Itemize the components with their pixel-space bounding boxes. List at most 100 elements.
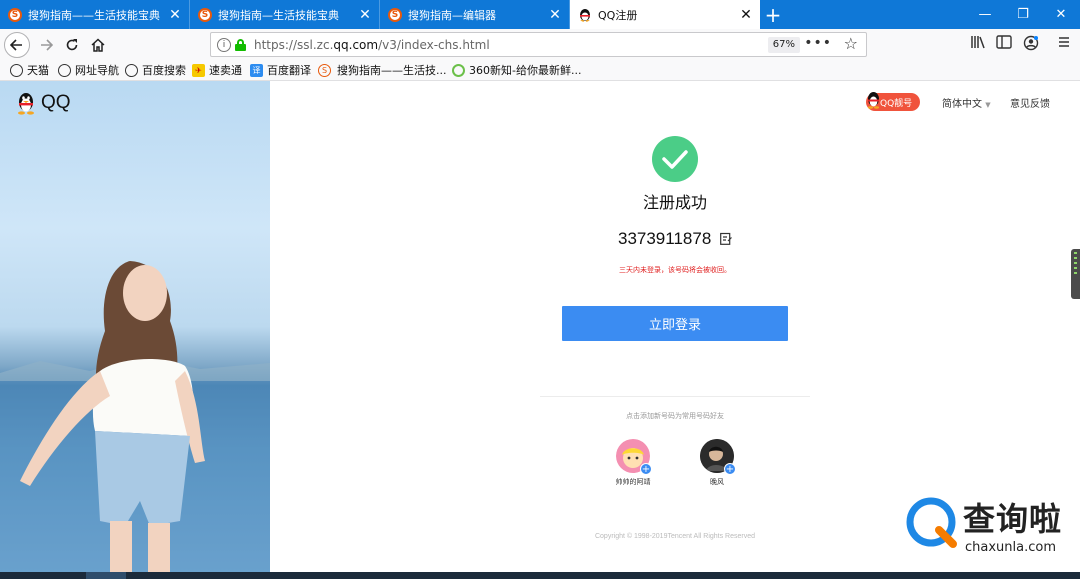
logo-text: QQ (41, 92, 71, 113)
window-close-button[interactable]: ✕ (1042, 0, 1080, 29)
back-button[interactable] (4, 32, 30, 58)
arrow-left-icon (10, 39, 22, 51)
login-now-button[interactable]: 立即登录 (562, 306, 788, 341)
friend-suggestion[interactable]: + 帅帅的阿靖 (603, 439, 663, 487)
home-button[interactable] (86, 33, 110, 57)
os-taskbar (0, 572, 1080, 579)
success-check-icon (652, 136, 698, 182)
account-icon[interactable] (1021, 35, 1041, 55)
caret-down-icon: ▼ (985, 101, 991, 109)
language-label: 简体中文 (942, 99, 982, 110)
library-icon[interactable] (968, 35, 988, 55)
watermark-cn: 查询啦 (963, 500, 1063, 538)
reload-icon (66, 39, 78, 51)
lock-icon (235, 38, 246, 51)
chaxunla-logo-icon (906, 497, 957, 548)
tab-sogou-guide-2[interactable]: S 搜狗指南—生活技能宝典 ✕ (190, 0, 380, 29)
qq-penguin-icon (867, 92, 880, 109)
edit-icon[interactable] (720, 232, 732, 245)
tab-title: 搜狗指南—编辑器 (408, 8, 496, 22)
hero-photo: QQ (0, 81, 270, 572)
sogou-icon: S (198, 7, 212, 22)
bookmark-aliexpress[interactable]: ✈ 速卖通 (192, 62, 242, 78)
taskbar-active-app[interactable] (86, 572, 126, 579)
globe-icon (10, 63, 23, 77)
copyright: Copyright © 1998-2019Tencent All Rights … (594, 533, 756, 540)
add-friend-icon[interactable]: + (724, 463, 736, 475)
bookmark-url-nav[interactable]: 网址导航 (58, 62, 119, 78)
info-icon[interactable]: i (217, 37, 231, 52)
recycle-warning: 三天内未登录，该号码将会被收回。 (619, 266, 731, 274)
360-icon (452, 63, 465, 77)
bookmark-label: 天猫 (27, 64, 49, 77)
restore-button[interactable]: ❐ (1004, 0, 1042, 29)
zoom-indicator[interactable]: 67% (767, 37, 800, 53)
qq-logo[interactable]: QQ (16, 91, 71, 115)
tab-sogou-guide-1[interactable]: S 搜狗指南——生活技能宝典 ✕ (0, 0, 190, 29)
tab-sogou-editor[interactable]: S 搜狗指南—编辑器 ✕ (380, 0, 570, 29)
bookmark-tmall[interactable]: 天猫 (10, 62, 49, 78)
forward-button[interactable] (34, 33, 58, 57)
close-icon[interactable]: ✕ (545, 7, 565, 23)
bookmark-star-icon[interactable]: ☆ (844, 34, 858, 53)
close-icon[interactable]: ✕ (736, 7, 756, 23)
browser-tab-bar: S 搜狗指南——生活技能宝典 ✕ S 搜狗指南—生活技能宝典 ✕ S 搜狗指南—… (0, 0, 1080, 29)
home-icon (91, 38, 105, 52)
bookmark-sogou-guide[interactable]: S 搜狗指南——生活技... (318, 62, 447, 78)
bookmark-label: 360新知-给你最新鲜... (469, 64, 582, 77)
sidebar-icon[interactable] (994, 35, 1014, 55)
badge-label: QQ靓号 (880, 98, 913, 109)
side-widget-handle[interactable] (1071, 249, 1080, 299)
url-host: qq.com (333, 37, 379, 52)
qq-number-row: 3373911878 (575, 229, 775, 249)
globe-icon (58, 63, 71, 77)
bookmarks-toolbar: 天猫 网址导航 百度搜索 ✈ 速卖通 译 百度翻译 S 搜狗指南——生活技...… (0, 60, 1080, 81)
sogou-icon: S (8, 7, 22, 22)
bookmark-baidu-translate[interactable]: 译 百度翻译 (250, 62, 311, 78)
tab-title: 搜狗指南——生活技能宝典 (28, 8, 160, 22)
sogou-icon: S (388, 7, 402, 22)
address-bar[interactable]: i https://ssl.zc. qq.com/v3/index-chs.htm… (210, 32, 867, 57)
add-friend-tip: 点击添加新号码为常用号码好友 (626, 412, 724, 420)
success-title: 注册成功 (642, 193, 707, 212)
arrow-right-icon (41, 39, 53, 51)
close-icon[interactable]: ✕ (165, 7, 185, 23)
aliexpress-icon: ✈ (192, 63, 205, 77)
page-content: QQ QQ靓号 简体中文 ▼ 意见反馈 注册成功 3373911878 三天内未… (0, 81, 1080, 572)
url-prefix: https://ssl.zc. (254, 37, 334, 52)
bookmark-label: 百度翻译 (267, 64, 311, 77)
qq-number: 3373911878 (617, 229, 712, 248)
sogou-icon: S (318, 63, 331, 77)
tab-title: 搜狗指南—生活技能宝典 (218, 8, 339, 22)
qq-premium-number-badge[interactable]: QQ靓号 (866, 92, 920, 111)
girl-by-sea-image (0, 261, 270, 572)
page-actions-icon[interactable]: ••• (804, 35, 832, 51)
bookmark-360-xinzhi[interactable]: 360新知-给你最新鲜... (452, 62, 581, 78)
add-friend-icon[interactable]: + (640, 463, 652, 475)
minimize-button[interactable]: — (966, 0, 1004, 29)
qq-penguin-icon (18, 93, 34, 115)
avatar: + (700, 439, 736, 475)
menu-icon[interactable] (1054, 35, 1074, 55)
qq-penguin-icon (579, 8, 591, 22)
friend-name: 晚风 (710, 478, 724, 486)
friend-suggestion[interactable]: + 晚风 (687, 439, 747, 487)
globe-icon (125, 63, 138, 77)
navigation-toolbar: i https://ssl.zc. qq.com/v3/index-chs.htm… (0, 29, 1080, 60)
translate-icon: 译 (250, 63, 263, 77)
language-selector[interactable]: 简体中文 ▼ (942, 95, 991, 110)
reload-button[interactable] (60, 33, 84, 57)
close-icon[interactable]: ✕ (355, 7, 375, 23)
bookmark-label: 搜狗指南——生活技... (337, 64, 447, 77)
url-path: /v3/index-chs.html (378, 37, 490, 52)
friend-name: 帅帅的阿靖 (615, 478, 651, 486)
tab-qq-register[interactable]: QQ注册 ✕ (570, 0, 760, 29)
bookmark-label: 速卖通 (209, 64, 242, 77)
avatar: + (616, 439, 652, 475)
bookmark-label: 百度搜索 (142, 64, 186, 77)
bookmark-baidu-search[interactable]: 百度搜索 (125, 62, 186, 78)
feedback-link[interactable]: 意见反馈 (1010, 95, 1050, 110)
tab-title: QQ注册 (598, 8, 638, 22)
chaxunla-watermark: 查询啦 chaxunla.com (905, 494, 1075, 566)
new-tab-button[interactable]: + (762, 3, 784, 27)
